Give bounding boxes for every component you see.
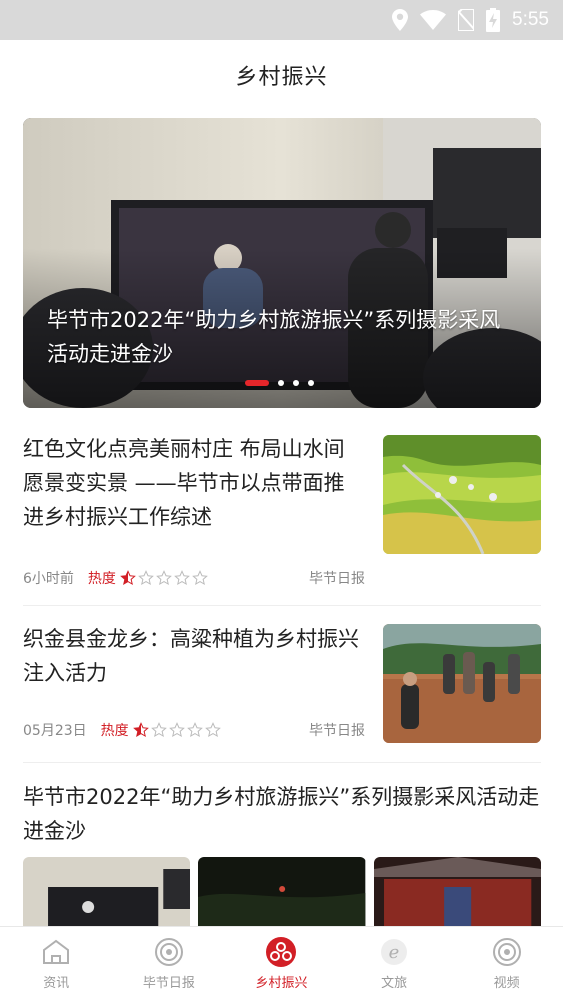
star-empty-icon [186, 722, 203, 738]
village-icon [266, 937, 297, 967]
divider [23, 762, 541, 763]
farmers-field-photo [383, 624, 541, 743]
nav-label: 视频 [493, 976, 520, 991]
star-empty-icon [192, 570, 208, 586]
status-icons: 5:55 [392, 8, 549, 32]
nav-label: 乡村振兴 [255, 976, 308, 991]
banner-carousel[interactable]: 毕节市2022年“助力乡村旅游振兴”系列摄影采风活动走进金沙 [23, 118, 541, 408]
nav-label: 文旅 [381, 976, 408, 991]
gallery-title[interactable]: 毕节市2022年“助力乡村旅游振兴”系列摄影采风活动走进金沙 [23, 780, 541, 848]
carousel-dot[interactable] [293, 380, 299, 386]
banner-title: 毕节市2022年“助力乡村旅游振兴”系列摄影采风活动走进金沙 [47, 308, 501, 366]
star-empty-icon [138, 570, 154, 586]
nav-label: 毕节日报 [142, 976, 195, 991]
star-half-icon [120, 570, 136, 586]
heat-label: 热度 [100, 723, 129, 739]
ring-icon [154, 938, 183, 966]
bottom-nav: 资讯 毕节日报 乡村振兴 e 文旅 视频 [0, 926, 563, 1000]
nav-tab-bijie-daily[interactable]: 毕节日报 [113, 927, 226, 1000]
star-empty-icon [156, 570, 172, 586]
no-sim-icon [458, 9, 475, 31]
gallery-image[interactable] [373, 857, 541, 927]
news-source: 毕节日报 [309, 571, 365, 587]
gallery-image[interactable] [23, 857, 191, 927]
news-item[interactable]: 红色文化点亮美丽村庄 布局山水间 愿景变实景 ——毕节市以点带面推进乡村振兴工作… [23, 432, 541, 592]
gallery-images[interactable] [23, 857, 541, 927]
video-ring-icon [492, 938, 521, 966]
news-meta: 6小时前 热度 毕节日报 [23, 568, 365, 588]
star-empty-icon [174, 570, 190, 586]
nav-tab-rural-revitalization[interactable]: 乡村振兴 [225, 927, 338, 1000]
clock: 5:55 [512, 9, 549, 30]
nav-tab-news[interactable]: 资讯 [0, 927, 113, 1000]
home-icon [43, 939, 70, 964]
battery-charging-icon [486, 8, 501, 32]
heat-label: 热度 [87, 571, 116, 587]
screening-room-photo [23, 857, 191, 927]
news-title: 红色文化点亮美丽村庄 布局山水间 愿景变实景 ——毕节市以点带面推进乡村振兴工作… [23, 437, 345, 529]
page-title: 乡村振兴 [235, 65, 328, 90]
news-time: 6小时前 [23, 571, 74, 587]
e-icon: e [381, 939, 408, 965]
temple-gate-photo [373, 857, 541, 927]
wifi-icon [420, 10, 447, 30]
carousel-dot-active[interactable] [245, 380, 269, 386]
news-time: 05月23日 [23, 723, 87, 739]
nav-tab-culture-tourism[interactable]: e 文旅 [338, 927, 451, 1000]
news-item[interactable]: 织金县金龙乡：高粱种植为乡村振兴注入活力 05月23日 热度 毕节日报 [23, 622, 541, 747]
carousel-dots [245, 380, 314, 386]
terraced-fields-photo [383, 435, 541, 554]
news-thumbnail [383, 435, 541, 554]
location-icon [392, 9, 409, 31]
star-half-icon [132, 722, 149, 738]
svg-text:e: e [389, 942, 400, 963]
gallery-image[interactable] [198, 857, 366, 927]
star-empty-icon [204, 722, 221, 738]
night-field-photo [198, 857, 366, 927]
nav-label: 资讯 [43, 976, 70, 991]
status-bar: 5:55 [0, 0, 563, 40]
header: 乡村振兴 [0, 40, 563, 108]
news-thumbnail [383, 624, 541, 743]
carousel-dot[interactable] [308, 380, 314, 386]
heat-rating [132, 722, 221, 738]
star-empty-icon [150, 722, 167, 738]
star-empty-icon [168, 722, 185, 738]
news-title: 织金县金龙乡：高粱种植为乡村振兴注入活力 [23, 627, 359, 685]
nav-tab-video[interactable]: 视频 [450, 927, 563, 1000]
divider [23, 605, 541, 606]
news-source: 毕节日报 [309, 723, 365, 739]
heat-rating [120, 570, 208, 586]
news-meta: 05月23日 热度 毕节日报 [23, 720, 365, 740]
carousel-dot[interactable] [278, 380, 284, 386]
